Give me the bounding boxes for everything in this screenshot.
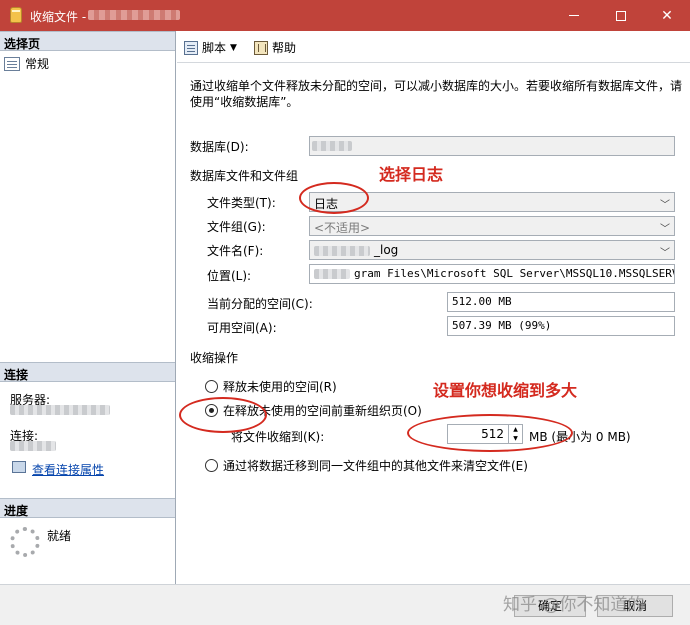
view-connection-properties-link[interactable]: 查看连接属性 — [32, 461, 104, 478]
redacted-server — [10, 405, 110, 415]
close-icon: ✕ — [661, 7, 673, 24]
chevron-down-icon: ﹀ — [660, 248, 670, 259]
help-label: 帮助 — [272, 41, 297, 55]
redacted-path — [314, 269, 350, 279]
available-space-label: 可用空间(A): — [207, 321, 277, 335]
database-field — [309, 136, 675, 156]
page-item-general[interactable]: 常规 — [4, 55, 49, 72]
progress-spinner-icon — [10, 527, 40, 557]
watermark: 知乎 @你不知道的 — [503, 595, 645, 615]
release-unused-label: 释放未使用的空间(R) — [223, 380, 337, 394]
general-page-icon — [4, 56, 20, 71]
script-icon — [184, 40, 198, 55]
help-icon — [254, 40, 268, 55]
minimize-icon — [569, 15, 579, 16]
redacted-connection — [10, 441, 56, 451]
allocated-space-field: 512.00 MB — [447, 292, 675, 312]
redacted-filename — [314, 246, 370, 256]
radio-off-icon — [205, 459, 218, 472]
chevron-down-icon: ﹀ — [660, 224, 670, 235]
toolbar: 脚本 ▼ 帮助 — [177, 31, 690, 63]
annotation-ellipse-reorganize — [179, 397, 267, 433]
filegroup-select[interactable]: <不适用> ﹀ — [309, 216, 675, 236]
progress-header: 进度 — [0, 498, 175, 518]
available-space-field: 507.39 MB (99%) — [447, 316, 675, 336]
connection-properties-icon — [12, 461, 26, 473]
allocated-space-label: 当前分配的空间(C): — [207, 297, 313, 311]
select-page-header: 选择页 — [0, 31, 175, 51]
filename-select[interactable]: _log ﹀ — [309, 240, 675, 260]
radio-off-icon — [205, 380, 218, 393]
script-label: 脚本 — [202, 41, 227, 55]
release-unused-radio[interactable]: 释放未使用的空间(R) — [205, 378, 337, 395]
maximize-icon — [616, 10, 626, 21]
redacted-database — [312, 141, 352, 151]
script-button[interactable]: 脚本 ▼ — [184, 39, 237, 56]
maximize-button[interactable] — [598, 0, 644, 31]
page-item-label: 常规 — [25, 57, 50, 71]
location-value: gram Files\Microsoft SQL Server\MSSQL10.… — [354, 267, 674, 280]
chevron-down-icon[interactable]: ▼ — [230, 43, 237, 53]
db-files-group-label: 数据库文件和文件组 — [190, 169, 299, 183]
annotation-ellipse-filetype — [299, 182, 369, 214]
minimize-button[interactable] — [551, 0, 597, 31]
filename-label: 文件名(F): — [207, 244, 264, 258]
location-field[interactable]: gram Files\Microsoft SQL Server\MSSQL10.… — [309, 264, 675, 284]
filename-value: _log — [374, 243, 399, 257]
empty-file-radio[interactable]: 通过将数据迁移到同一文件组中的其他文件来清空文件(E) — [205, 457, 528, 474]
annotation-ellipse-size — [407, 414, 573, 452]
database-icon — [10, 7, 22, 23]
title-bar: 收缩文件 - ✕ — [0, 0, 690, 31]
chevron-down-icon: ﹀ — [660, 200, 670, 211]
annotation-set-size: 设置你想收缩到多大 — [433, 381, 578, 400]
window-title: 收缩文件 - — [30, 10, 87, 24]
annotation-choose-log: 选择日志 — [379, 165, 444, 184]
database-label: 数据库(D): — [190, 140, 249, 154]
filegroup-label: 文件组(G): — [207, 220, 266, 234]
description-text: 通过收缩单个文件释放未分配的空间，可以减小数据库的大小。若要收缩所有数据库文件，… — [190, 79, 683, 109]
help-button[interactable]: 帮助 — [254, 39, 296, 56]
file-type-label: 文件类型(T): — [207, 196, 276, 210]
location-label: 位置(L): — [207, 269, 252, 283]
connection-header: 连接 — [0, 362, 175, 382]
filegroup-value: <不适用> — [314, 221, 371, 235]
progress-status: 就绪 — [47, 529, 72, 543]
close-button[interactable]: ✕ — [644, 0, 690, 31]
shrink-action-label: 收缩操作 — [190, 351, 239, 365]
main-content: 通过收缩单个文件释放未分配的空间，可以减小数据库的大小。若要收缩所有数据库文件，… — [177, 64, 690, 584]
left-pane: 选择页 常规 连接 服务器: 连接: 查看连接属性 进度 就绪 — [0, 31, 176, 584]
empty-file-label: 通过将数据迁移到同一文件组中的其他文件来清空文件(E) — [223, 459, 528, 473]
redacted-database-name — [88, 10, 180, 20]
